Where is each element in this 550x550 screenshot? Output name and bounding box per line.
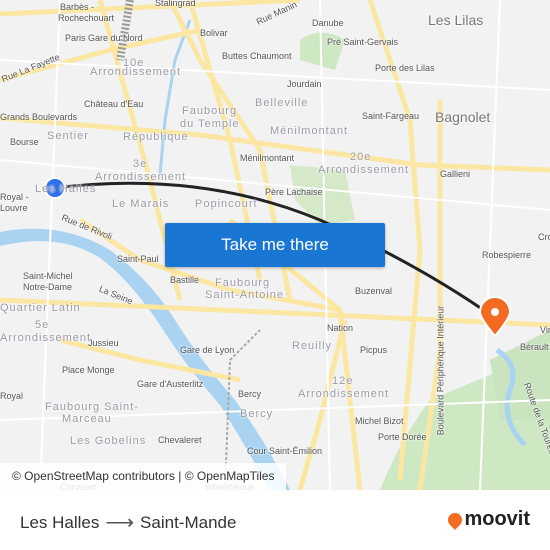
map-label: Reuilly bbox=[292, 340, 333, 352]
map-label: Robespierre bbox=[482, 250, 532, 260]
destination-pin-icon[interactable] bbox=[478, 296, 512, 338]
map-label: Belleville bbox=[255, 97, 309, 109]
map-label: Royal - bbox=[0, 192, 29, 202]
map-label: Buzenval bbox=[355, 286, 393, 296]
map-label: Porte des Lilas bbox=[375, 63, 435, 73]
map-label: Rochechouart bbox=[58, 13, 115, 23]
map-label: République bbox=[123, 131, 189, 143]
map-label: Bercy bbox=[238, 389, 262, 399]
map-label: Arrondissement bbox=[318, 164, 410, 176]
map-label: Nation bbox=[327, 323, 354, 333]
map-label: Danube bbox=[312, 18, 344, 28]
map[interactable]: Barbès - Rochechouart Stalingrad Rue Manin D… bbox=[0, 0, 550, 490]
footer: Les Halles ⟶ Saint-Mande moovit bbox=[0, 490, 550, 550]
map-label: Les Halles bbox=[35, 183, 97, 195]
map-label: Bastille bbox=[170, 275, 200, 285]
map-label: Quartier Latin bbox=[0, 302, 81, 314]
destination-name: Saint-Mande bbox=[140, 512, 237, 532]
map-label: Chevaleret bbox=[158, 435, 202, 445]
map-label: 5e bbox=[35, 319, 50, 331]
map-label: Ménilmontant bbox=[270, 125, 349, 137]
map-label: Saint-Michel bbox=[23, 271, 73, 281]
map-attribution[interactable]: © OpenStreetMap contributors | © OpenMap… bbox=[0, 463, 287, 490]
origin-name: Les Halles bbox=[20, 512, 100, 532]
moovit-logo[interactable]: moovit bbox=[445, 508, 530, 531]
map-label: Paris Gare du Nord bbox=[65, 33, 143, 43]
map-label: Sentier bbox=[47, 130, 89, 142]
map-label: 12e bbox=[332, 375, 354, 387]
route-title: Les Halles ⟶ Saint-Mande bbox=[20, 510, 236, 535]
map-label: Barbès - bbox=[60, 2, 95, 12]
map-label: Saint-Antoine bbox=[205, 289, 285, 301]
arrow-right-icon: ⟶ bbox=[105, 512, 135, 534]
map-label: Faubourg bbox=[182, 105, 238, 117]
map-label: Les Lilas bbox=[428, 12, 484, 28]
moovit-pin-icon bbox=[445, 509, 466, 530]
map-label: Jourdain bbox=[287, 79, 322, 89]
map-label: Saint-Paul bbox=[117, 254, 159, 264]
map-label: Gare de Lyon bbox=[180, 345, 235, 355]
map-label: Cro bbox=[538, 232, 550, 242]
map-label: Marceau bbox=[62, 413, 112, 425]
map-label: Bérault bbox=[520, 342, 549, 352]
map-label: Arrondissement bbox=[90, 66, 182, 78]
map-label: Château d'Eau bbox=[84, 99, 144, 109]
map-label: Saint-Fargeau bbox=[362, 111, 420, 121]
map-label: Popincourt bbox=[195, 198, 258, 210]
map-label: Royal bbox=[0, 391, 24, 401]
map-label: Boulevard Périphérique Intérieur bbox=[435, 305, 446, 436]
map-label: Père Lachaise bbox=[265, 187, 323, 197]
map-label: Jussieu bbox=[88, 338, 119, 348]
map-label: Gare d'Austerlitz bbox=[137, 379, 204, 389]
map-label: Michel Bizot bbox=[355, 416, 404, 426]
map-label: Louvre bbox=[0, 203, 28, 213]
map-label: Notre-Dame bbox=[23, 282, 73, 292]
map-label: Buttes Chaumont bbox=[222, 51, 292, 61]
map-label: Bagnolet bbox=[435, 109, 491, 125]
map-label: Bourse bbox=[10, 137, 39, 147]
map-label: Arrondissement bbox=[0, 332, 92, 344]
map-label: Place Monge bbox=[62, 365, 115, 375]
map-label: Arrondissement bbox=[95, 171, 187, 183]
map-label: 3e bbox=[133, 158, 148, 170]
map-label: Faubourg bbox=[215, 277, 271, 289]
map-label: Porte Dorée bbox=[378, 432, 427, 442]
map-label: Picpus bbox=[360, 345, 388, 355]
map-label: Faubourg Saint- bbox=[45, 401, 139, 413]
map-label: Gallieni bbox=[440, 169, 471, 179]
map-label: Vir bbox=[540, 325, 550, 335]
map-label: Grands Boulevards bbox=[0, 112, 78, 122]
map-label: Bolivar bbox=[200, 28, 228, 38]
map-label: Stalingrad bbox=[155, 0, 196, 8]
map-label: du Temple bbox=[180, 118, 240, 130]
map-label: Arrondissement bbox=[298, 388, 390, 400]
take-me-there-button[interactable]: Take me there bbox=[165, 223, 385, 267]
map-label: Bercy bbox=[240, 408, 274, 420]
map-label: Les Gobelins bbox=[70, 435, 147, 447]
map-label: 20e bbox=[350, 151, 372, 163]
map-label: Ménilmontant bbox=[240, 153, 295, 163]
map-label: Le Marais bbox=[112, 198, 170, 210]
map-label: Pré Saint-Gervais bbox=[327, 37, 399, 47]
map-label: Cour Saint-Émilion bbox=[247, 446, 323, 456]
